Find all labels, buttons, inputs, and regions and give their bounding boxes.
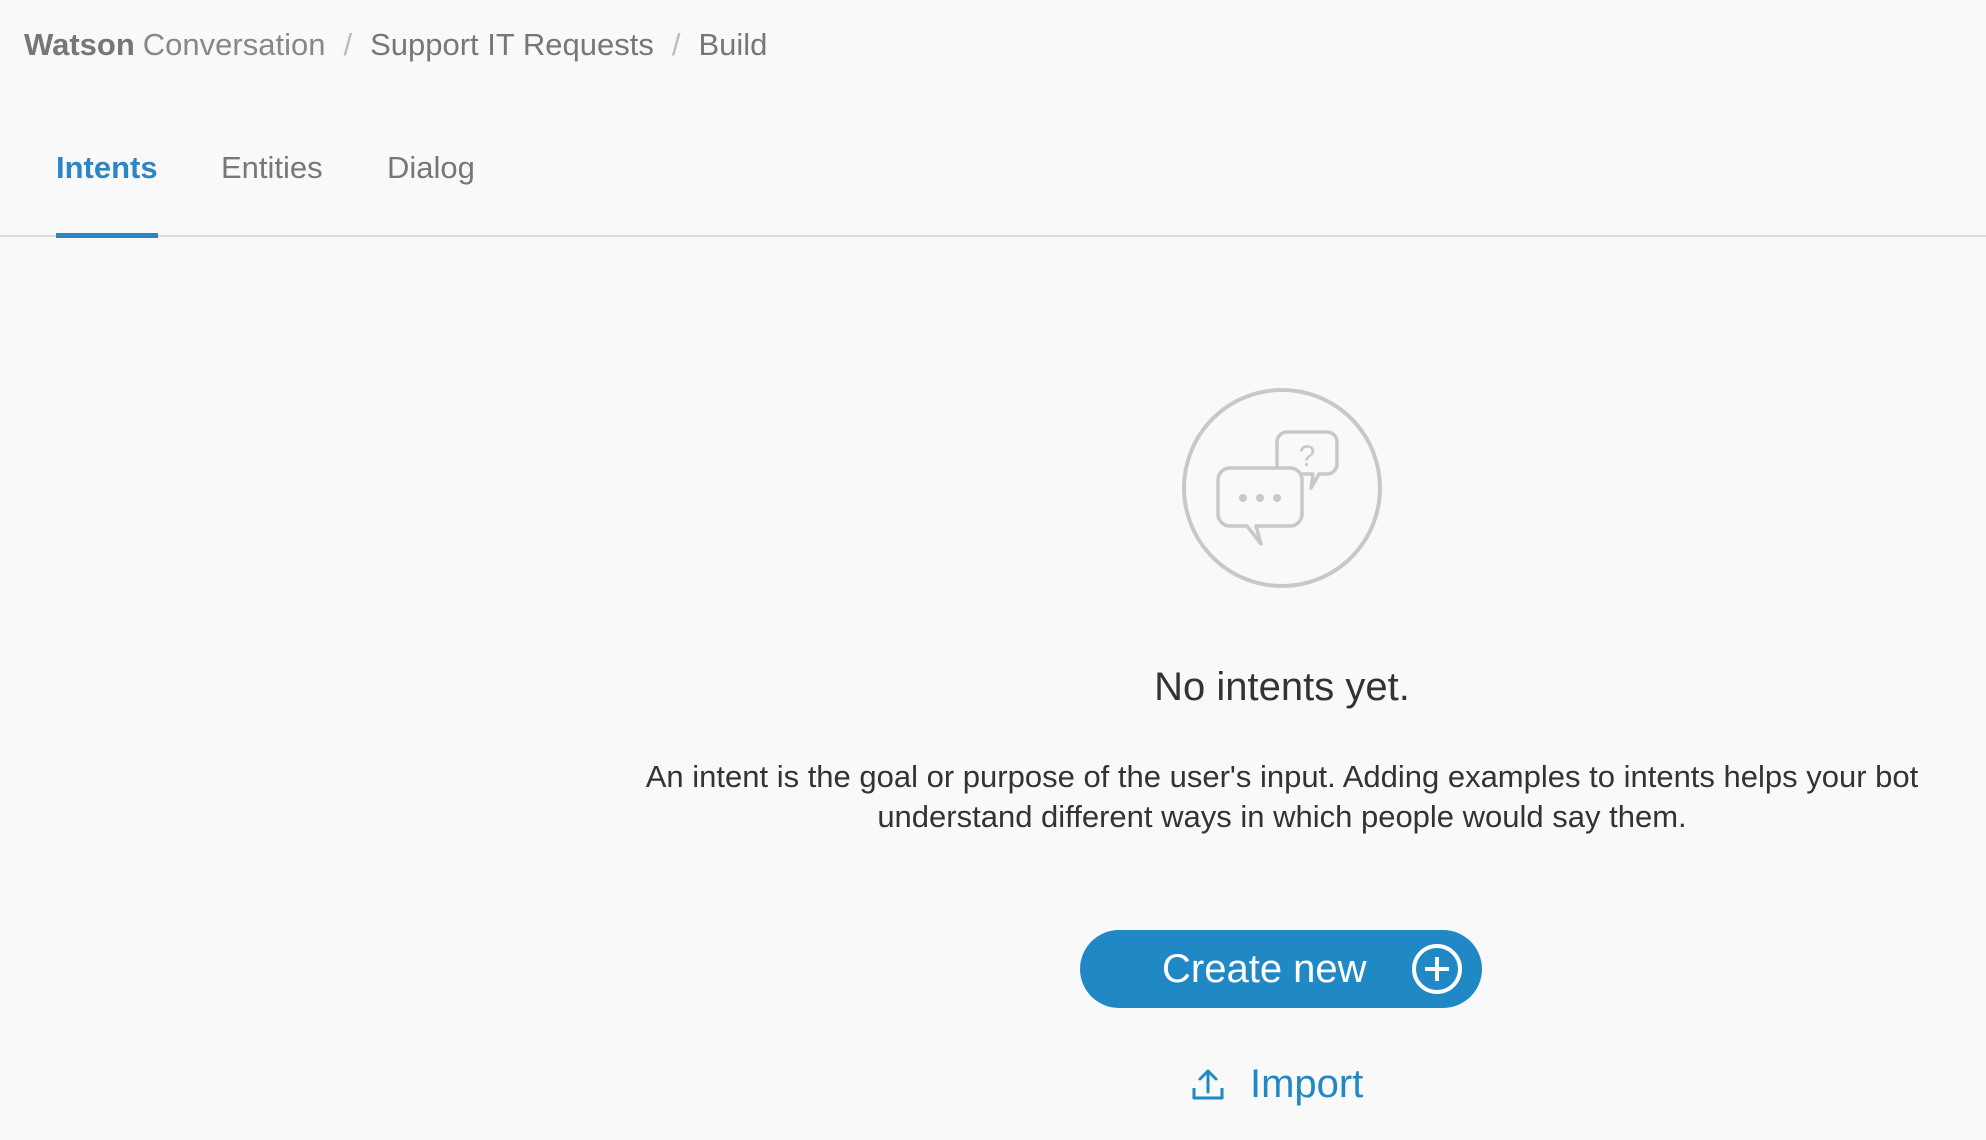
import-label: Import	[1250, 1061, 1364, 1106]
create-new-button[interactable]: Create new	[1080, 930, 1482, 1008]
empty-state-title: No intents yet.	[1154, 665, 1410, 709]
create-new-label: Create new	[1162, 946, 1367, 991]
plus-circle-icon	[1412, 944, 1462, 994]
empty-state: ? No intents yet. An intent is the goal …	[0, 0, 1986, 1140]
upload-icon	[1192, 1069, 1224, 1100]
empty-state-description: An intent is the goal or purpose of the …	[645, 759, 1919, 834]
svg-text:?: ?	[1299, 440, 1316, 473]
chat-bubbles-question-icon: ?	[1182, 388, 1382, 588]
import-link[interactable]: Import	[1190, 1056, 1363, 1112]
page: Intents Entities Dialog Watson Conversati…	[0, 0, 1986, 1140]
